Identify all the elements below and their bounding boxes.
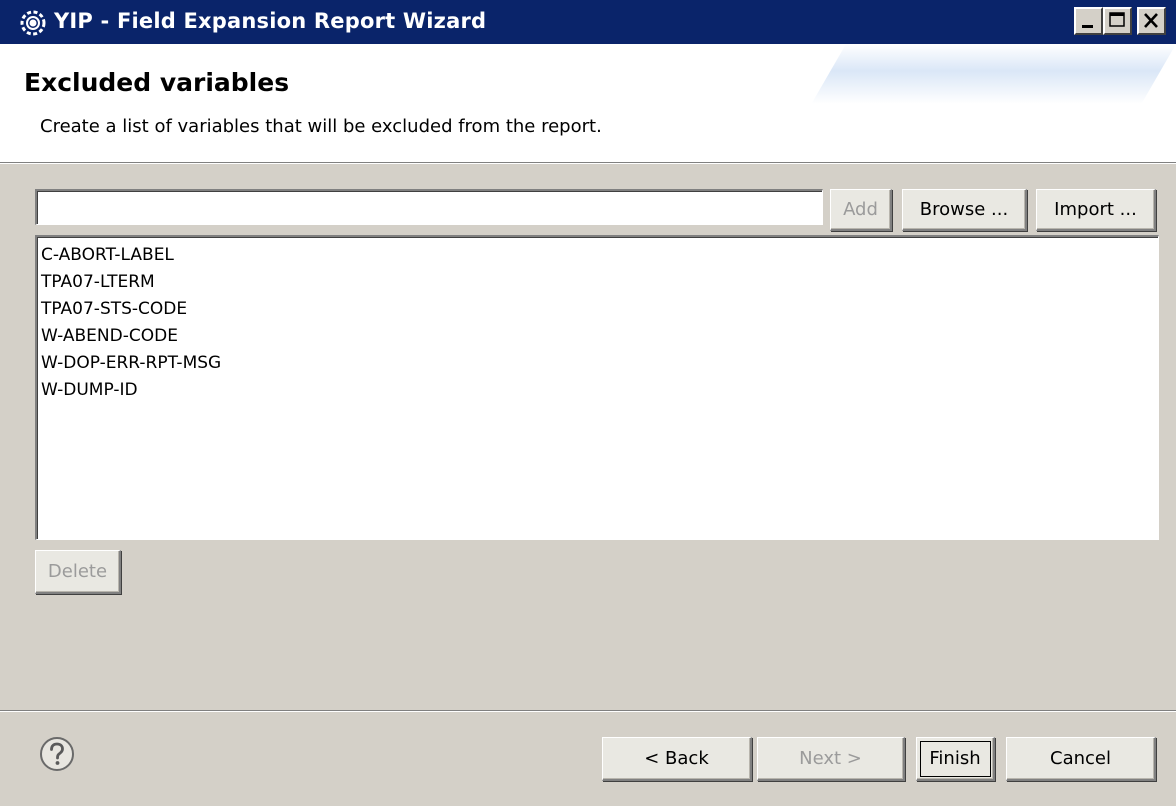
list-item[interactable]: C-ABORT-LABEL	[41, 242, 1158, 269]
close-icon	[1144, 13, 1158, 28]
title-bar[interactable]: YIP - Field Expansion Report Wizard	[0, 0, 1176, 45]
variable-name-input[interactable]	[35, 189, 823, 225]
header-divider-highlight	[0, 163, 1176, 164]
footer-divider-highlight	[0, 711, 1176, 712]
help-icon[interactable]	[39, 736, 75, 772]
list-item[interactable]: W-DUMP-ID	[41, 377, 1158, 404]
list-item[interactable]: TPA07-LTERM	[41, 269, 1158, 296]
minimize-button[interactable]	[1074, 7, 1103, 35]
cancel-button[interactable]: Cancel	[1006, 737, 1156, 781]
list-item[interactable]: W-DOP-ERR-RPT-MSG	[41, 350, 1158, 377]
gear-icon	[20, 10, 46, 36]
next-button[interactable]: Next >	[757, 737, 905, 781]
list-item[interactable]: W-ABEND-CODE	[41, 323, 1158, 350]
delete-button[interactable]: Delete	[35, 550, 121, 594]
maximize-icon	[1109, 12, 1125, 27]
page-description: Create a list of variables that will be …	[40, 116, 602, 137]
page-title: Excluded variables	[24, 68, 290, 97]
minimize-icon	[1082, 25, 1093, 28]
header-banner-decoration	[811, 44, 1176, 104]
back-button[interactable]: < Back	[602, 737, 752, 781]
import-button[interactable]: Import ...	[1036, 189, 1156, 231]
close-button[interactable]	[1137, 7, 1166, 35]
wizard-header: Excluded variables Create a list of vari…	[0, 44, 1176, 162]
list-item[interactable]: TPA07-STS-CODE	[41, 296, 1158, 323]
finish-button[interactable]: Finish	[916, 737, 995, 781]
excluded-variables-list[interactable]: C-ABORT-LABEL TPA07-LTERM TPA07-STS-CODE…	[35, 235, 1159, 540]
browse-button[interactable]: Browse ...	[902, 189, 1027, 231]
maximize-button[interactable]	[1103, 7, 1132, 35]
window-title: YIP - Field Expansion Report Wizard	[54, 9, 487, 33]
add-button[interactable]: Add	[830, 189, 892, 231]
